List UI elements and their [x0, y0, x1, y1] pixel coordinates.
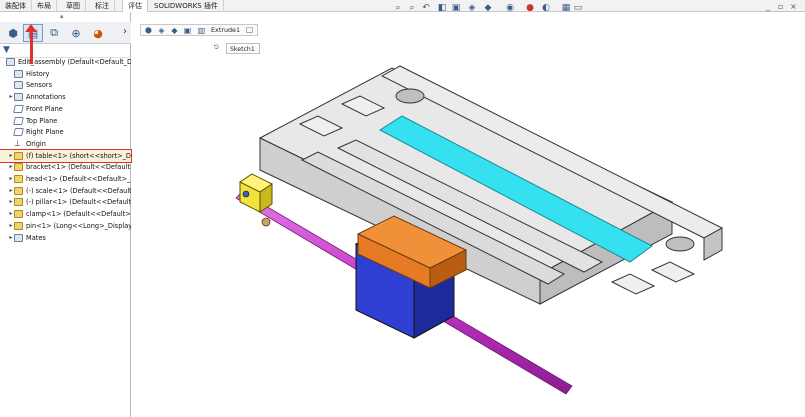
tree-node[interactable]: ▸ bracket<1> (Default<<Default>_: [0, 161, 131, 173]
head-bolt[interactable]: [242, 190, 250, 198]
more-tabs-icon[interactable]: ›: [123, 26, 127, 37]
hole-2[interactable]: [665, 236, 695, 252]
mates-icon: [14, 234, 23, 242]
tree-node[interactable]: ▸ Mates: [0, 232, 131, 244]
tree-node[interactable]: Front Plane: [0, 103, 131, 115]
tree-node-label: Sensors: [26, 81, 53, 89]
tab-evaluate[interactable]: 评估: [122, 0, 148, 12]
annotations-icon: [14, 93, 23, 101]
tree-node[interactable]: Sensors: [0, 79, 131, 91]
hole-1[interactable]: [395, 88, 425, 104]
tab-assembly[interactable]: 装配体: [0, 0, 32, 12]
notch-block-3[interactable]: [610, 273, 656, 295]
tree-node[interactable]: Right Plane: [0, 126, 131, 138]
tab-solidworks-addins[interactable]: SOLIDWORKS 插件: [149, 0, 224, 12]
origin-icon: ⊥: [14, 139, 21, 148]
display-manager-tab[interactable]: ◕: [88, 24, 108, 42]
plane-icon: [13, 117, 24, 125]
tree-node[interactable]: ▸ pin<1> (Long<<Long>_Display S: [0, 220, 131, 232]
solidworks-window: 装配体 布局 草图 标注 评估 SOLIDWORKS 插件 ⌕ ⌕ ↶ ◧ ▣ …: [0, 0, 805, 417]
close-icon[interactable]: ×: [790, 2, 797, 11]
part-icon: [14, 175, 23, 183]
tree-node[interactable]: ▸ (-) pillar<1> (Default<<Default>_: [0, 196, 131, 208]
clamp-screw[interactable]: [261, 217, 271, 227]
tree-node[interactable]: Edit_assembly (Default<Default_Disp: [0, 56, 131, 68]
configuration-manager-tab[interactable]: ⧉: [44, 24, 64, 42]
tree-node-label: Mates: [26, 234, 46, 242]
feature-manager-tab[interactable]: ⬢: [3, 24, 23, 42]
tree-node-label: clamp<1> (Default<<Default>_D: [26, 210, 131, 218]
plane-icon: [13, 105, 24, 113]
tree-node[interactable]: ▸ head<1> (Default<<Default>_Di: [0, 173, 131, 185]
tree-node-label: bracket<1> (Default<<Default>_: [26, 163, 131, 171]
manager-tabs: ⬢ ▤ ⧉ ⊕ ◕ ›: [0, 22, 131, 44]
tree-node[interactable]: ⊥ Origin: [0, 138, 131, 150]
sensors-icon: [14, 81, 23, 89]
graphics-area[interactable]: ⬢ ◈ ◆ ▣ ▥ Extrude1 ▢ ⎋ Sketch1: [132, 12, 805, 417]
tab-markup[interactable]: 标注: [90, 0, 115, 12]
tree-node-label: (-) pillar<1> (Default<<Default>_: [26, 198, 131, 206]
tree-node-label: Edit_assembly (Default<Default_Disp: [18, 58, 131, 66]
part-icon: [14, 210, 23, 218]
tree-node-label: Annotations: [26, 93, 66, 101]
assembly-3d-model: [235, 65, 724, 395]
tree-node-label: Right Plane: [26, 128, 64, 136]
feature-manager-panel: ▴ ⬢ ▤ ⧉ ⊕ ◕ › ▼ Edit_assembly (Default<D…: [0, 12, 132, 417]
part-icon: [14, 187, 23, 195]
collapse-handle-icon[interactable]: ▴: [60, 12, 64, 20]
part-icon: [14, 163, 23, 171]
notch-block-4[interactable]: [650, 261, 696, 283]
tab-sketch[interactable]: 草图: [61, 0, 86, 12]
tree-node[interactable]: ▸ Annotations: [0, 91, 131, 103]
part-icon: [14, 152, 23, 160]
tree-node[interactable]: ▸ clamp<1> (Default<<Default>_D: [0, 208, 131, 220]
tree-node-label: pin<1> (Long<<Long>_Display S: [26, 222, 131, 230]
part-icon: [14, 198, 23, 206]
minimize-icon[interactable]: _: [766, 2, 770, 11]
filter-icon[interactable]: ▼: [3, 45, 10, 55]
assembly-icon: [6, 58, 15, 66]
tab-layout[interactable]: 布局: [32, 0, 57, 12]
tree-node-label: head<1> (Default<<Default>_Di: [26, 175, 131, 183]
history-icon: [14, 70, 23, 78]
plane-icon: [13, 128, 24, 136]
restore-icon[interactable]: ▫: [778, 2, 783, 11]
tree-node-label: Front Plane: [26, 105, 63, 113]
part-icon: [14, 222, 23, 230]
tree-node-label: Origin: [26, 140, 46, 148]
annotation-arrow: [30, 28, 33, 64]
dimxpert-tab[interactable]: ⊕: [66, 24, 86, 42]
